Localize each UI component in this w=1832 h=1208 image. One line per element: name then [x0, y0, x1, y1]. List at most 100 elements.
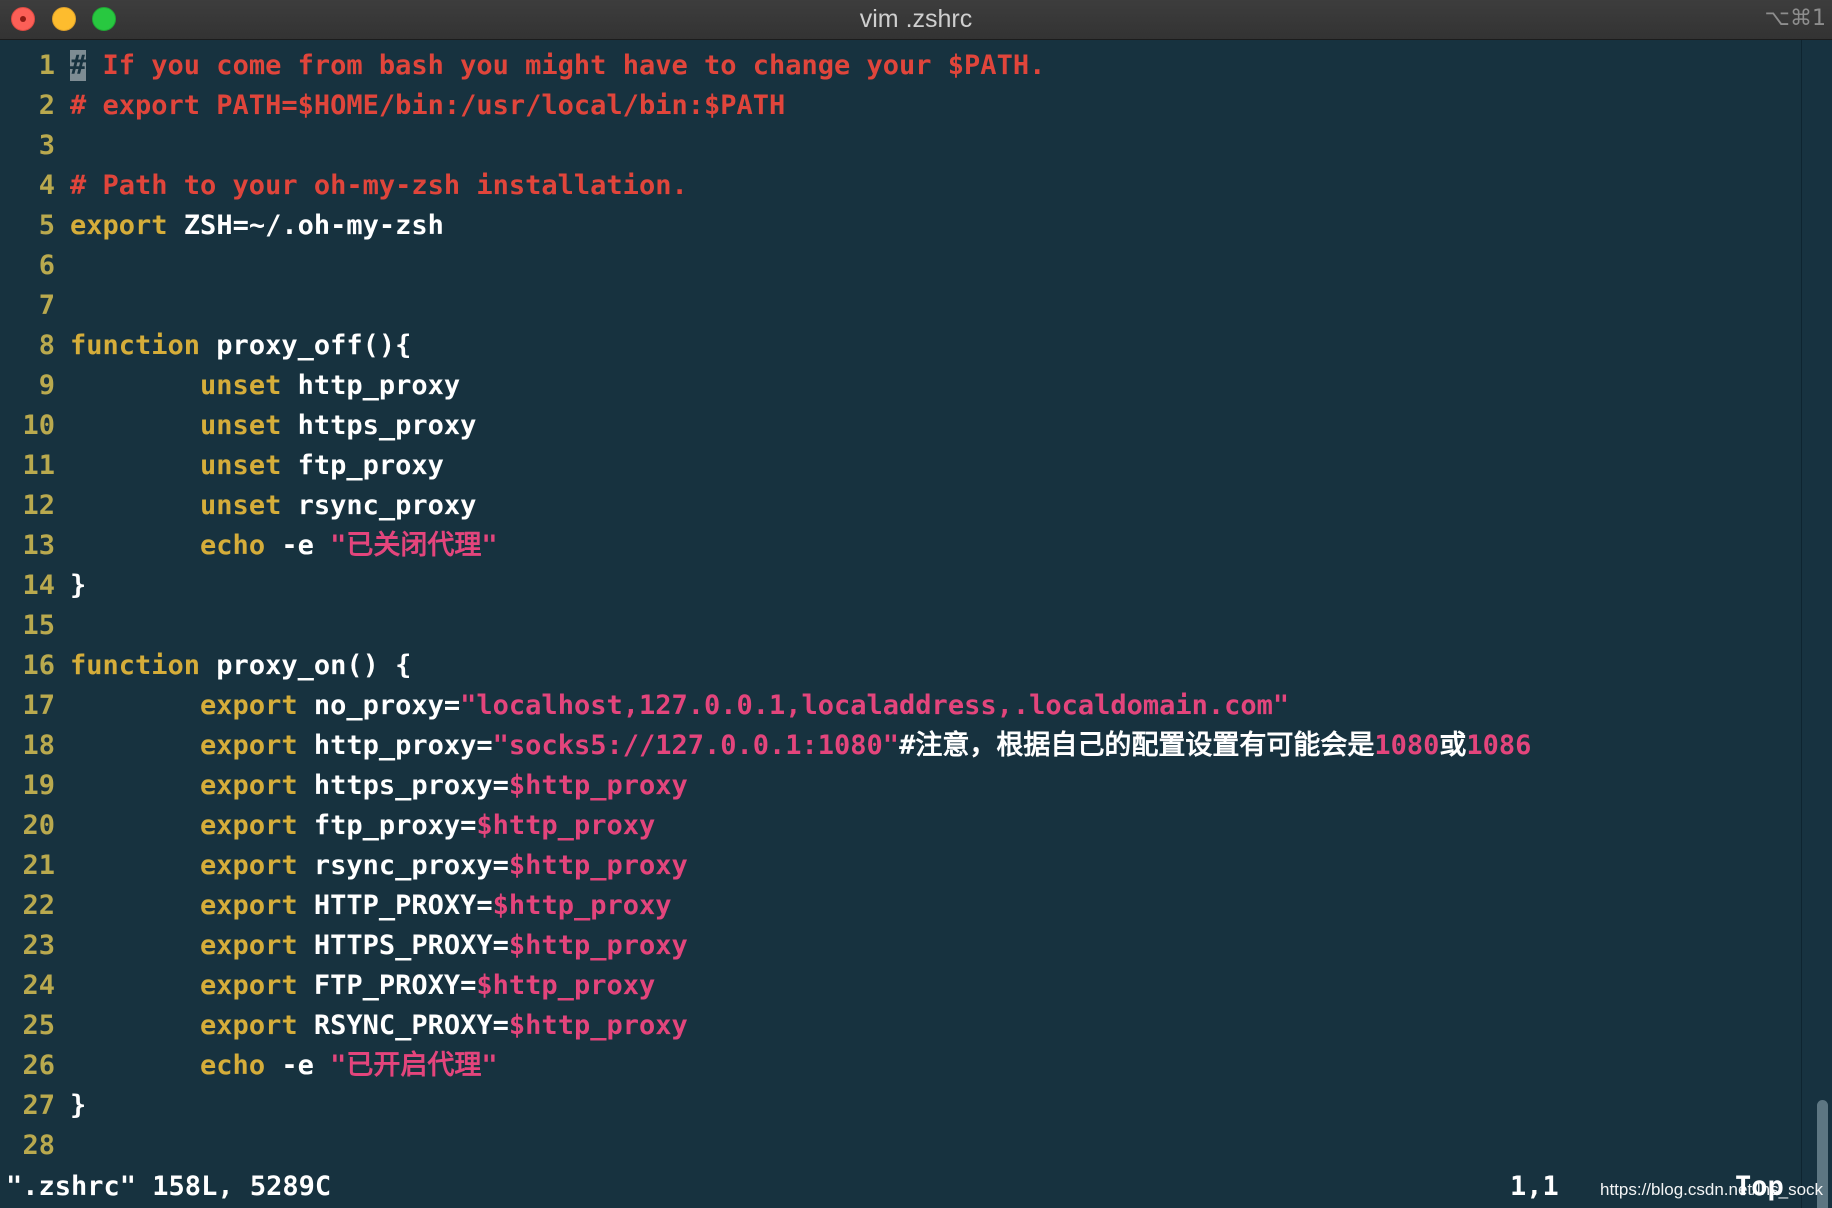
code-token: 1086 [1466, 730, 1532, 761]
code-token: export [200, 730, 298, 761]
window-title: vim .zshrc [859, 5, 973, 33]
code-line[interactable]: 20 export ftp_proxy=$http_proxy [0, 806, 1800, 846]
code-token: $http_proxy [508, 850, 688, 881]
line-content: unset https_proxy [70, 410, 476, 441]
code-line[interactable]: 22 export HTTP_PROXY=$http_proxy [0, 886, 1800, 926]
line-content: export ftp_proxy=$http_proxy [70, 810, 655, 841]
line-content: export ZSH=~/.oh-my-zsh [70, 210, 444, 241]
code-token: FTP_PROXY= [297, 970, 477, 1001]
line-number: 9 [38, 370, 55, 401]
code-line[interactable]: 11 unset ftp_proxy [0, 446, 1800, 486]
code-line[interactable]: 21 export rsync_proxy=$http_proxy [0, 846, 1800, 886]
code-token: HTTPS_PROXY= [297, 930, 509, 961]
terminal-window: vim .zshrc ⌥⌘1 1 # If you come from bash … [0, 0, 1832, 1208]
code-token: If you come from bash you might have to … [86, 50, 1046, 81]
code-line[interactable]: 25 export RSYNC_PROXY=$http_proxy [0, 1006, 1800, 1046]
code-line[interactable]: 10 unset https_proxy [0, 406, 1800, 446]
tab-shortcut-label: ⌥⌘1 [1764, 6, 1826, 31]
code-token: https_proxy [281, 410, 477, 441]
code-line[interactable]: 18 export http_proxy="socks5://127.0.0.1… [0, 726, 1800, 766]
code-token: } [70, 1090, 87, 1121]
code-token: -e [265, 530, 331, 561]
line-number: 27 [22, 1090, 55, 1121]
code-token: $http_proxy [476, 970, 656, 1001]
code-token: export [200, 690, 298, 721]
vim-editor-buffer[interactable]: 1 # If you come from bash you might have … [0, 46, 1800, 1166]
code-line[interactable]: 27} [0, 1086, 1800, 1126]
code-line[interactable]: 3 [0, 126, 1800, 166]
line-content: function proxy_on() { [70, 650, 411, 681]
code-line[interactable]: 5 export ZSH=~/.oh-my-zsh [0, 206, 1800, 246]
code-line[interactable]: 7 [0, 286, 1800, 326]
code-token: -e [265, 1050, 331, 1081]
line-content: # If you come from bash you might have t… [70, 50, 1045, 81]
code-line[interactable]: 23 export HTTPS_PROXY=$http_proxy [0, 926, 1800, 966]
line-number: 8 [38, 330, 55, 361]
code-line[interactable]: 9 unset http_proxy [0, 366, 1800, 406]
code-token: "localhost,127.0.0.1,localaddress,.local… [460, 690, 1290, 721]
code-token: unset [200, 370, 282, 401]
code-line[interactable]: 8 function proxy_off(){ [0, 326, 1800, 366]
line-content: export HTTPS_PROXY=$http_proxy [70, 930, 688, 961]
code-token: unset [200, 450, 282, 481]
line-number: 23 [22, 930, 55, 961]
line-content: export http_proxy="socks5://127.0.0.1:10… [70, 730, 1531, 761]
line-content: unset rsync_proxy [70, 490, 476, 521]
line-number: 15 [22, 610, 55, 641]
line-content: export RSYNC_PROXY=$http_proxy [70, 1010, 688, 1041]
code-line[interactable]: 17 export no_proxy="localhost,127.0.0.1,… [0, 686, 1800, 726]
code-token: http_proxy [281, 370, 461, 401]
line-content: echo -e "已关闭代理" [70, 530, 498, 561]
code-token: export [70, 210, 168, 241]
code-line[interactable]: 2 # export PATH=$HOME/bin:/usr/local/bin:… [0, 86, 1800, 126]
file-info: ".zshrc" 158L, 5289C [6, 1171, 332, 1202]
code-token: echo [200, 1050, 266, 1081]
code-token: "已关闭代理" [330, 530, 498, 561]
line-content: export https_proxy=$http_proxy [70, 770, 688, 801]
code-line[interactable]: 15 [0, 606, 1800, 646]
line-number: 17 [22, 690, 55, 721]
code-token: echo [200, 530, 266, 561]
code-line[interactable]: 28 [0, 1126, 1800, 1166]
line-number: 20 [22, 810, 55, 841]
scrollbar-track[interactable] [1801, 40, 1832, 1208]
code-token: "已开启代理" [330, 1050, 498, 1081]
code-line[interactable]: 19 export https_proxy=$http_proxy [0, 766, 1800, 806]
code-line[interactable]: 12 unset rsync_proxy [0, 486, 1800, 526]
code-line[interactable]: 14} [0, 566, 1800, 606]
code-line[interactable]: 13 echo -e "已关闭代理" [0, 526, 1800, 566]
code-token: #注意，根据自己的配置设置有可能会是 [899, 730, 1375, 761]
code-token: 1080 [1374, 730, 1440, 761]
code-token: 或 [1439, 730, 1467, 761]
code-token: https_proxy= [297, 770, 509, 801]
line-number: 22 [22, 890, 55, 921]
line-number: 19 [22, 770, 55, 801]
line-number: 13 [22, 530, 55, 561]
code-token: ZSH=~/.oh-my-zsh [167, 210, 444, 241]
code-line[interactable]: 6 [0, 246, 1800, 286]
line-content: unset ftp_proxy [70, 450, 444, 481]
code-line[interactable]: 24 export FTP_PROXY=$http_proxy [0, 966, 1800, 1006]
code-line[interactable]: 1 # If you come from bash you might have … [0, 46, 1800, 86]
code-line[interactable]: 26 echo -e "已开启代理" [0, 1046, 1800, 1086]
line-content: # Path to your oh-my-zsh installation. [70, 170, 688, 201]
line-number: 1 [38, 50, 55, 81]
code-line[interactable]: 16 function proxy_on() { [0, 646, 1800, 686]
cursor-position: 1,1 [1510, 1171, 1559, 1202]
vim-status-line: ".zshrc" 158L, 5289C 1,1 Top [0, 1167, 1800, 1207]
code-line[interactable]: 4 # Path to your oh-my-zsh installation. [0, 166, 1800, 206]
code-token: RSYNC_PROXY= [297, 1010, 509, 1041]
line-number: 21 [22, 850, 55, 881]
code-token: export [200, 1010, 298, 1041]
line-content: } [70, 1090, 86, 1121]
line-content: export FTP_PROXY=$http_proxy [70, 970, 655, 1001]
code-token: # export PATH=$HOME/bin:/usr/local/bin:$… [70, 90, 786, 121]
code-token: } [70, 570, 87, 601]
line-content: export no_proxy="localhost,127.0.0.1,loc… [70, 690, 1289, 721]
code-token: http_proxy= [297, 730, 493, 761]
